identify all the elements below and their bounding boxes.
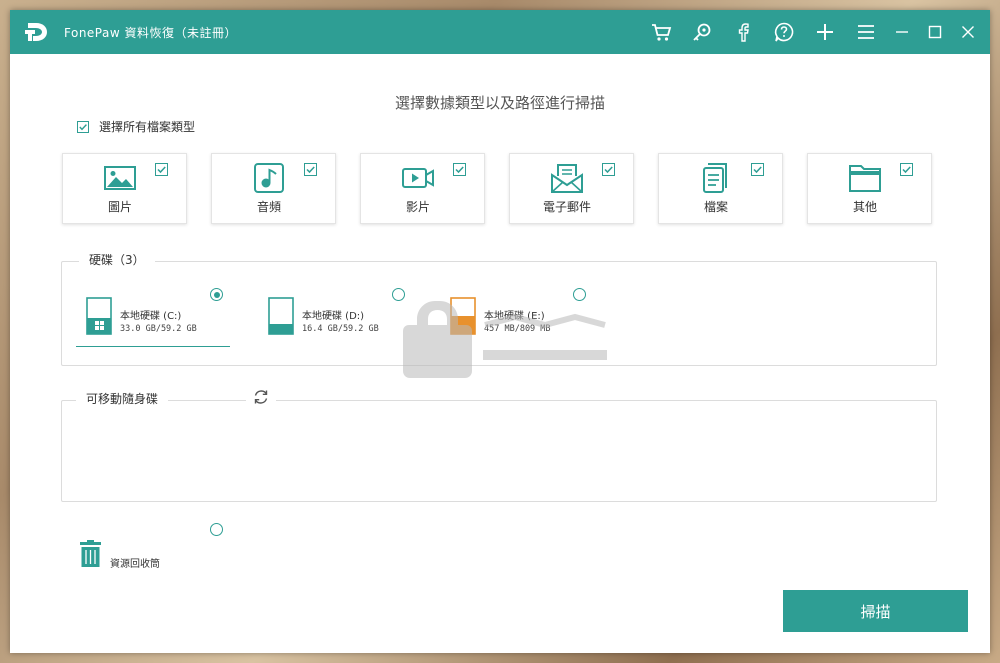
page-heading: 選擇數據類型以及路徑進行掃描 <box>394 94 605 112</box>
drive-name: 本地硬碟 (E:) <box>484 311 545 322</box>
type-card-document[interactable]: 檔案 <box>658 153 783 224</box>
app-window: FonePaw 資料恢復（未註冊） 選擇數據類型以及路徑進行掃描 選擇所有檔案類… <box>10 10 990 653</box>
disk-c-icon <box>86 297 112 335</box>
title-bar: FonePaw 資料恢復（未註冊） <box>10 10 990 54</box>
type-card-video[interactable]: 影片 <box>360 153 485 224</box>
type-checkbox[interactable] <box>453 163 466 176</box>
drive-c[interactable]: 本地硬碟 (C:) 33.0 GB/59.2 GB <box>86 297 236 341</box>
title-bar-controls <box>631 10 976 54</box>
type-label: 檔案 <box>703 200 728 214</box>
key-icon[interactable] <box>691 21 713 43</box>
drive-name: 本地硬碟 (D:) <box>302 311 365 322</box>
type-checkbox[interactable] <box>155 163 168 176</box>
checkbox-checked-icon <box>77 120 89 133</box>
select-all-label: 選擇所有檔案類型 <box>99 120 196 134</box>
image-icon <box>104 166 136 190</box>
close-icon[interactable] <box>960 24 976 40</box>
drive-size: 16.4 GB/59.2 GB <box>302 324 379 334</box>
recycle-bin-icon[interactable] <box>80 540 101 568</box>
drive-e-radio[interactable] <box>573 288 586 301</box>
type-label: 音頻 <box>256 200 281 214</box>
removable-group <box>61 400 937 502</box>
facebook-icon[interactable] <box>732 21 754 43</box>
music-icon <box>254 163 284 193</box>
help-icon[interactable] <box>773 21 795 43</box>
disk-group-title: 硬碟（3） <box>79 251 155 268</box>
type-card-other[interactable]: 其他 <box>807 153 932 224</box>
type-checkbox[interactable] <box>751 163 764 176</box>
document-icon <box>703 163 727 193</box>
type-label: 影片 <box>405 200 430 214</box>
refresh-icon[interactable] <box>252 388 270 406</box>
recycle-bin-radio[interactable] <box>210 523 223 536</box>
maximize-icon[interactable] <box>927 24 943 40</box>
removable-group-title: 可移動隨身碟 <box>76 390 169 407</box>
plus-icon[interactable] <box>814 21 836 43</box>
drive-d-radio[interactable] <box>392 288 405 301</box>
type-label: 電子郵件 <box>542 200 591 214</box>
minimize-icon[interactable] <box>894 24 910 40</box>
cart-icon[interactable] <box>650 21 672 43</box>
drive-d[interactable]: 本地硬碟 (D:) 16.4 GB/59.2 GB <box>268 297 418 341</box>
disk-d-icon <box>268 297 294 335</box>
drive-name: 本地硬碟 (C:) <box>120 311 182 322</box>
menu-icon[interactable] <box>855 21 877 43</box>
type-card-email[interactable]: 電子郵件 <box>509 153 634 224</box>
type-card-image[interactable]: 圖片 <box>62 153 187 224</box>
type-label: 其他 <box>852 200 877 214</box>
drive-c-radio[interactable] <box>210 288 223 301</box>
type-label: 圖片 <box>107 200 132 214</box>
selected-underline <box>76 346 230 347</box>
select-all-checkbox[interactable]: 選擇所有檔案類型 <box>77 118 195 135</box>
video-icon <box>402 168 434 188</box>
folder-icon <box>849 165 881 192</box>
type-checkbox[interactable] <box>602 163 615 176</box>
type-checkbox[interactable] <box>900 163 913 176</box>
drive-size: 457 MB/809 MB <box>484 324 551 334</box>
drive-size: 33.0 GB/59.2 GB <box>120 324 197 334</box>
type-checkbox[interactable] <box>304 163 317 176</box>
drive-e[interactable]: 本地硬碟 (E:) 457 MB/809 MB <box>450 297 600 341</box>
app-title: FonePaw 資料恢復（未註冊） <box>64 25 237 40</box>
email-icon <box>551 164 583 193</box>
type-card-audio[interactable]: 音頻 <box>211 153 336 224</box>
disk-e-icon <box>450 297 476 335</box>
app-logo-icon <box>25 23 47 41</box>
recycle-bin-label: 資源回收筒 <box>110 559 160 570</box>
scan-button[interactable]: 掃描 <box>783 590 968 632</box>
